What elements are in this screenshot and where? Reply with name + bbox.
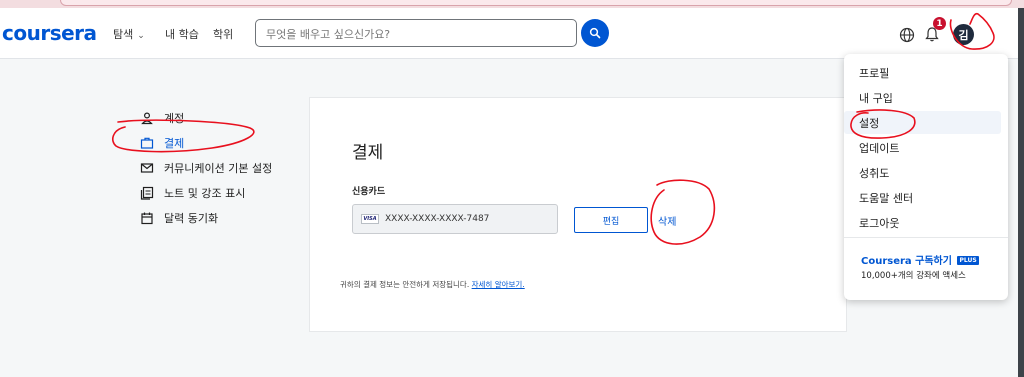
mail-icon (140, 161, 154, 175)
sidebar-item-label: 달력 동기화 (164, 211, 219, 225)
plus-title-text: Coursera 구독하기 (861, 256, 952, 267)
nav-degrees[interactable]: 학위 (213, 26, 233, 42)
sidebar-item-notes[interactable]: 노트 및 강조 표시 (140, 180, 300, 205)
browser-alert-strip (0, 0, 1024, 8)
avatar[interactable]: 김 (953, 24, 974, 45)
secure-notice: 귀하의 결제 정보는 안전하게 저장됩니다. 자세히 알아보기. (340, 279, 525, 290)
card-number: XXXX-XXXX-XXXX-7487 (385, 214, 490, 224)
search-box (255, 19, 577, 47)
account-dropdown-menu: 프로필 내 구입 설정 업데이트 성취도 도움말 센터 로그아웃 Courser… (844, 54, 1008, 300)
sidebar-item-label: 계정 (164, 111, 185, 125)
visa-icon: VISA (361, 214, 379, 224)
nav-explore[interactable]: 탐색 ⌄ (113, 26, 145, 42)
secure-text: 귀하의 결제 정보는 안전하게 저장됩니다. (340, 280, 470, 289)
learn-more-link[interactable]: 자세히 알아보기. (472, 280, 525, 289)
menu-item-profile[interactable]: 프로필 (844, 61, 1001, 84)
sidebar-item-label: 커뮤니케이션 기본 설정 (164, 161, 273, 175)
search-icon (589, 27, 601, 39)
briefcase-icon (140, 136, 154, 150)
window-edge (1018, 8, 1024, 377)
menu-item-settings[interactable]: 설정 (844, 111, 1001, 134)
settings-sidebar: 계정 결제 커뮤니케이션 기본 설정 노트 및 강조 표시 달력 동기화 (140, 105, 300, 230)
sidebar-item-account[interactable]: 계정 (140, 105, 300, 130)
sidebar-item-calendar[interactable]: 달력 동기화 (140, 205, 300, 230)
sidebar-item-label: 노트 및 강조 표시 (164, 186, 246, 200)
nav-my-learning[interactable]: 내 학습 (165, 26, 199, 42)
payment-card: 결제 신용카드 VISA XXXX-XXXX-XXXX-7487 편집 삭제 귀… (309, 97, 847, 332)
plus-subtitle: 10,000+개의 강좌에 액세스 (861, 271, 966, 281)
sidebar-item-payments[interactable]: 결제 (140, 130, 300, 155)
menu-item-accomplishments[interactable]: 성취도 (844, 161, 1001, 184)
delete-link[interactable]: 삭제 (658, 213, 676, 228)
sidebar-item-communication[interactable]: 커뮤니케이션 기본 설정 (140, 155, 300, 180)
person-icon (140, 111, 154, 125)
nav-explore-label: 탐색 (113, 28, 134, 41)
notes-icon (140, 186, 154, 200)
search-button[interactable] (581, 19, 609, 47)
menu-item-help-center[interactable]: 도움말 센터 (844, 186, 1001, 209)
credit-card-field: VISA XXXX-XXXX-XXXX-7487 (352, 204, 558, 234)
chevron-down-icon: ⌄ (137, 31, 145, 41)
menu-item-updates[interactable]: 업데이트 (844, 136, 1001, 159)
menu-item-purchases[interactable]: 내 구입 (844, 86, 1001, 109)
search-input[interactable] (264, 21, 568, 47)
plus-badge: PLUS (957, 256, 979, 265)
edit-button[interactable]: 편집 (574, 207, 648, 233)
menu-item-logout[interactable]: 로그아웃 (844, 211, 1001, 234)
alert-strip-inner (60, 0, 1012, 6)
sidebar-item-label: 결제 (164, 136, 185, 150)
globe-icon[interactable] (899, 27, 915, 43)
plus-subscribe-link[interactable]: Coursera 구독하기 PLUS (861, 252, 979, 267)
notification-badge: 1 (933, 17, 946, 30)
credit-card-label: 신용카드 (352, 187, 386, 197)
coursera-logo[interactable]: coursera (2, 21, 97, 45)
page-title: 결제 (352, 143, 384, 163)
top-header: coursera 탐색⌄ 내 학습 학위 1 김 (0, 8, 1024, 59)
calendar-icon (140, 211, 154, 225)
menu-divider (844, 237, 1008, 238)
